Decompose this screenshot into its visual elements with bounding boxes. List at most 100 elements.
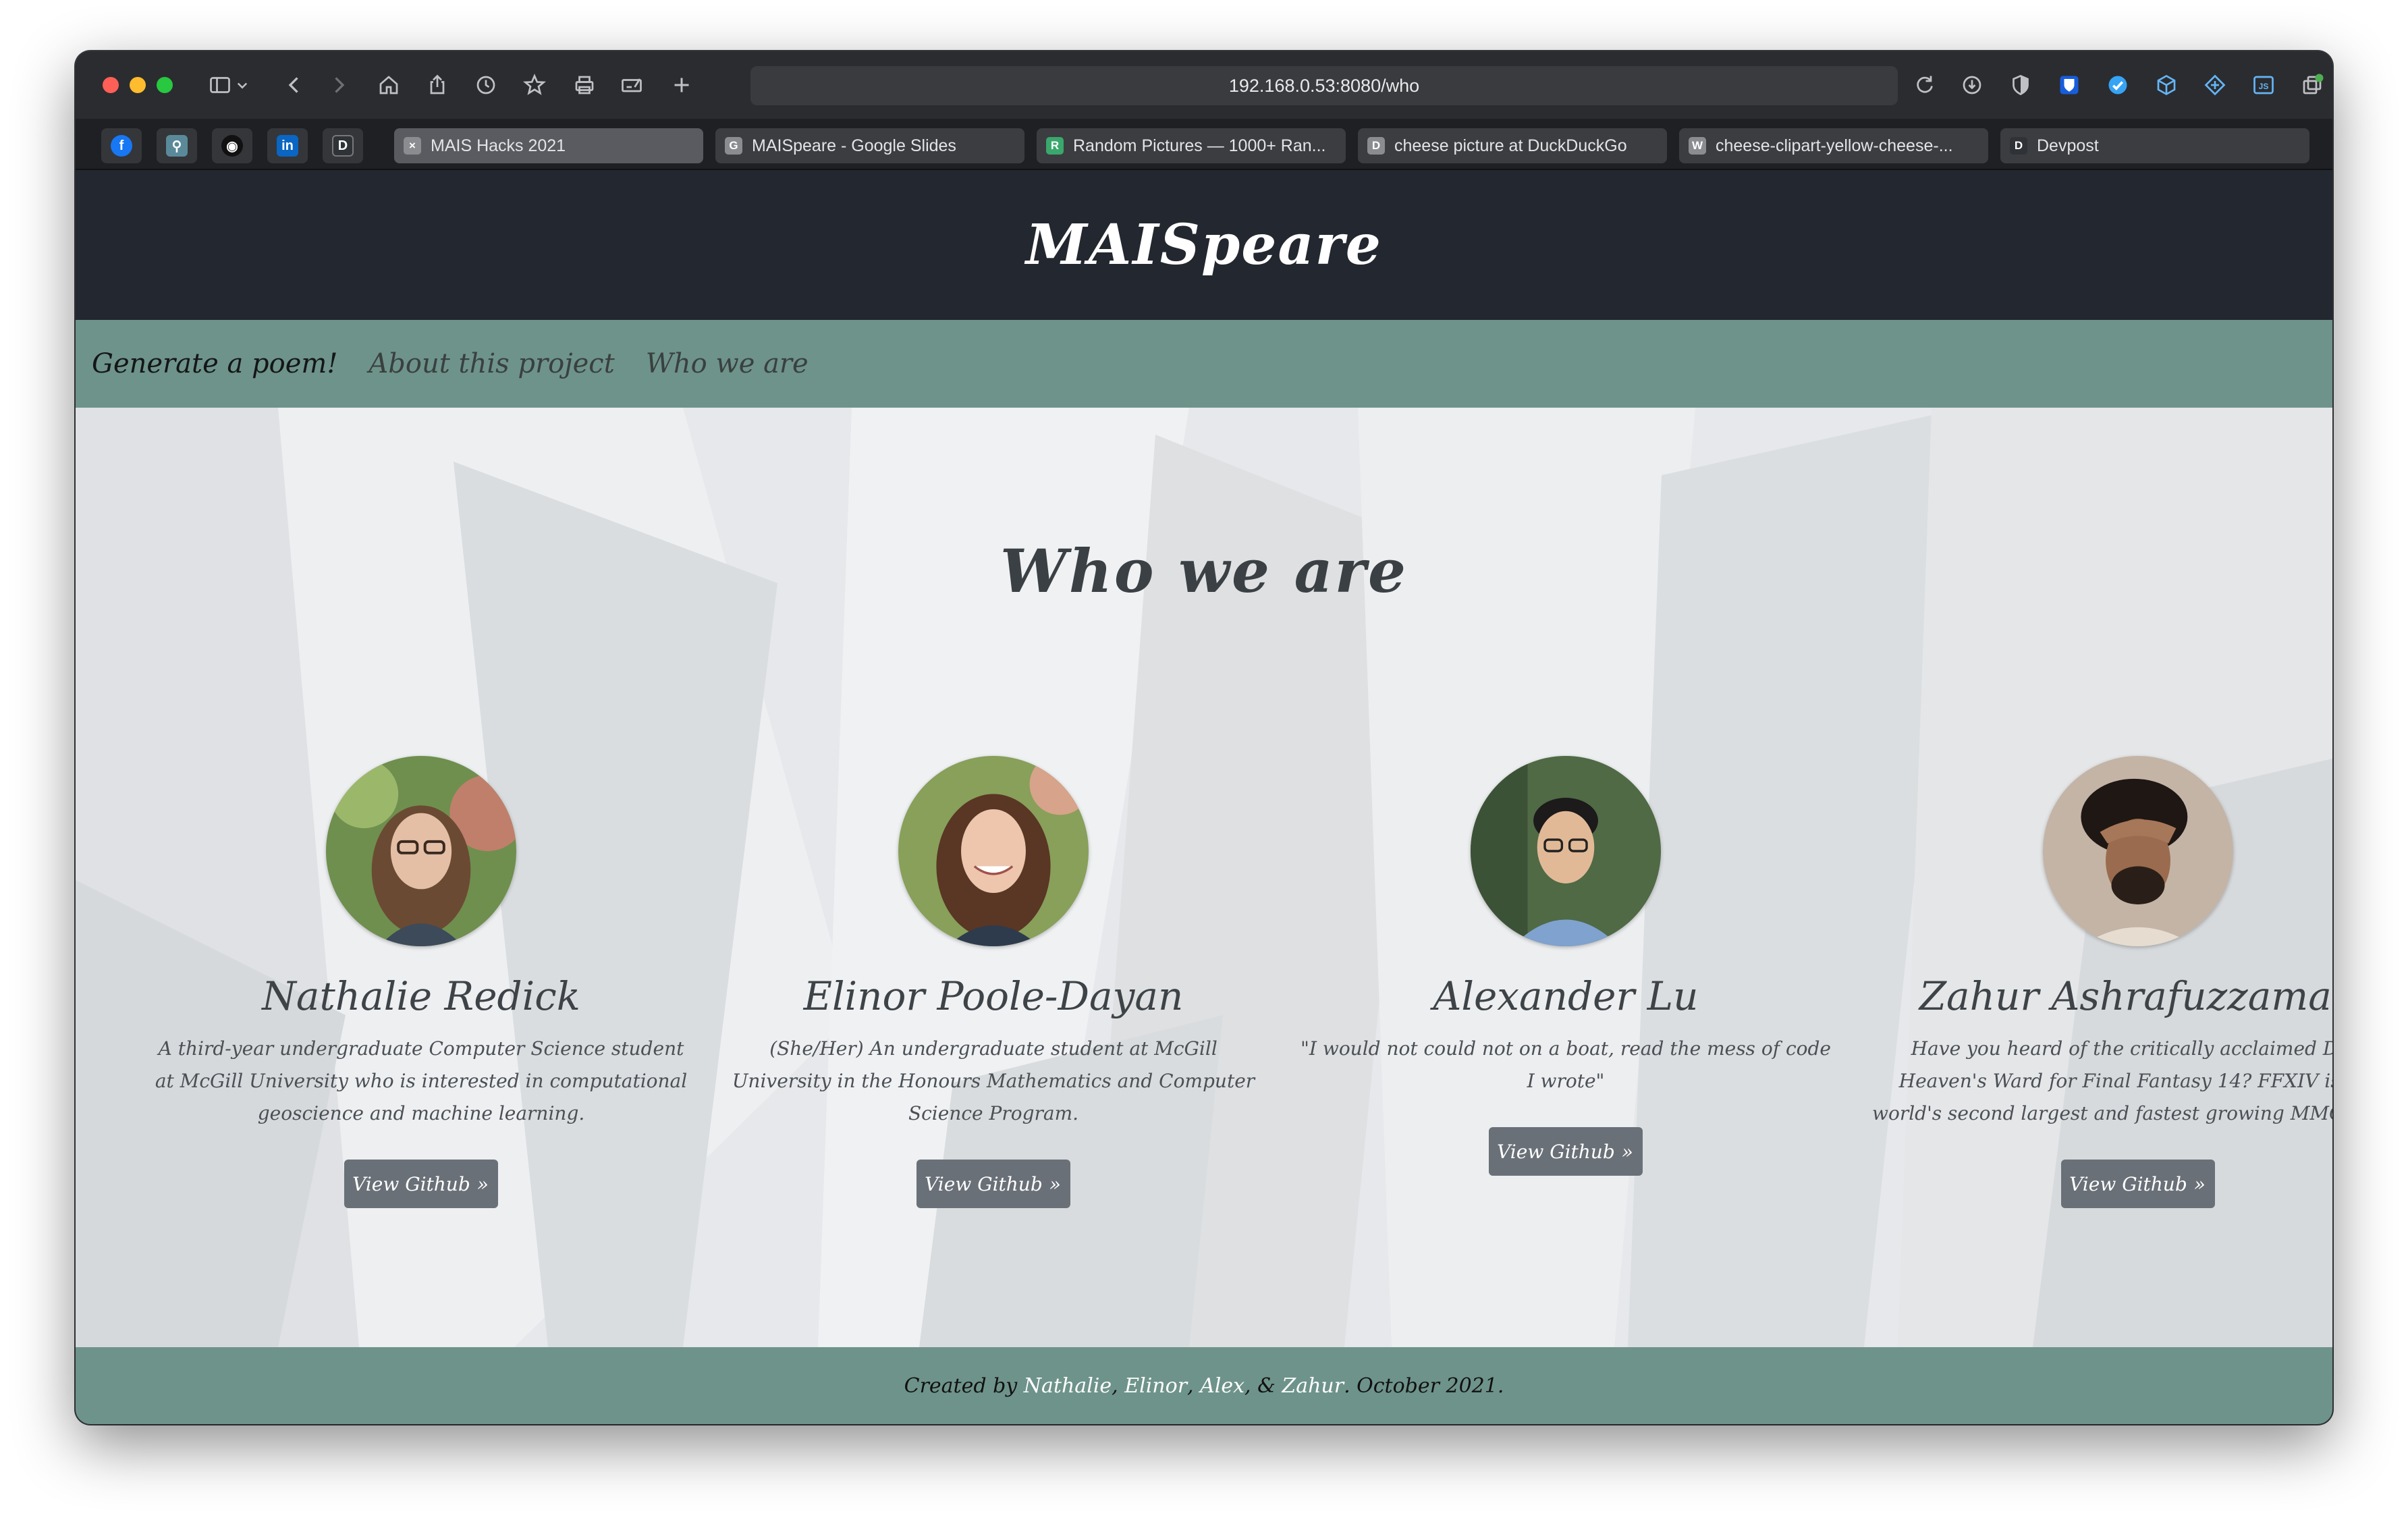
minimize-window-button[interactable]	[130, 77, 146, 93]
footer-name-elinor: Elinor	[1124, 1373, 1188, 1398]
new-tab-icon[interactable]	[665, 69, 698, 101]
button-label: View Github	[925, 1172, 1043, 1195]
close-window-button[interactable]	[103, 77, 119, 93]
browser-toolbar: 192.168.0.53:8080/who JS	[76, 51, 2332, 119]
reading-list-icon[interactable]	[615, 69, 648, 101]
view-github-button[interactable]: View Github »	[916, 1160, 1070, 1208]
downloads-icon[interactable]	[1956, 69, 1988, 101]
button-label: View Github	[1497, 1140, 1615, 1163]
member-name: Zahur Ashrafuzzaman	[1919, 973, 2332, 1019]
view-github-button[interactable]: View Github »	[2061, 1160, 2215, 1208]
tab-mais-hacks[interactable]: × MAIS Hacks 2021	[394, 128, 703, 163]
tab-title: MAIS Hacks 2021	[431, 136, 566, 155]
pinned-tab-github[interactable]: ◉	[212, 128, 252, 163]
team-member-card: Zahur Ashrafuzzaman Have you heard of th…	[1868, 756, 2332, 1208]
tab-random-pictures[interactable]: R Random Pictures — 1000+ Ran...	[1037, 128, 1346, 163]
member-bio: "I would not could not on a boat, read t…	[1301, 1037, 1831, 1092]
browser-window: 192.168.0.53:8080/who JS f ⚲ ◉ in D × MA…	[76, 51, 2332, 1424]
pinned-tab-linkedin[interactable]: in	[267, 128, 308, 163]
tab-google-slides[interactable]: G MAISpeare - Google Slides	[715, 128, 1024, 163]
footer-separator: ,	[1112, 1373, 1125, 1398]
diamond-extension-icon[interactable]	[2199, 69, 2231, 101]
back-icon[interactable]	[278, 69, 310, 101]
avatar	[2043, 756, 2233, 946]
tabs-extension-icon[interactable]	[2296, 69, 2328, 101]
pinned-tab-maps[interactable]: ⚲	[157, 128, 197, 163]
nav-generate-poem[interactable]: Generate a poem!	[92, 348, 337, 379]
site-title: MAISpeare	[1026, 213, 1382, 277]
site-footer: Created by Nathalie , Elinor , Alex , & …	[76, 1347, 2332, 1424]
team-section: Who we are Nathalie Redick A third-year …	[76, 408, 2332, 1347]
privacy-shield-icon[interactable]	[2004, 69, 2037, 101]
devpost-icon: D	[2010, 137, 2027, 155]
forward-icon[interactable]	[323, 69, 355, 101]
button-label: View Github	[352, 1172, 470, 1195]
tab-title: Random Pictures — 1000+ Ran...	[1073, 136, 1326, 155]
js-extension-icon[interactable]: JS	[2247, 69, 2280, 101]
print-icon[interactable]	[568, 69, 601, 101]
footer-name-alex: Alex	[1200, 1373, 1245, 1398]
url-text: 192.168.0.53:8080/who	[1228, 75, 1420, 96]
tab-duckduckgo[interactable]: D cheese picture at DuckDuckGo	[1358, 128, 1667, 163]
random-pictures-icon: R	[1046, 137, 1064, 155]
team-member-card: Nathalie Redick A third-year undergradua…	[151, 756, 691, 1208]
tab-title: Devpost	[2037, 136, 2099, 155]
avatar	[326, 756, 516, 946]
footer-separator: ,	[1187, 1373, 1201, 1398]
double-chevron-right-icon: »	[2193, 1172, 2206, 1195]
double-chevron-right-icon: »	[476, 1172, 489, 1195]
double-chevron-right-icon: »	[1621, 1140, 1633, 1163]
bookmark-star-icon[interactable]	[518, 69, 551, 101]
view-github-button[interactable]: View Github »	[1489, 1127, 1643, 1176]
reload-icon[interactable]	[1909, 69, 1941, 101]
button-label: View Github	[2069, 1172, 2187, 1195]
bitwarden-extension-icon[interactable]	[2053, 69, 2085, 101]
zoom-window-button[interactable]	[157, 77, 173, 93]
sidebar-toggle-icon[interactable]	[204, 69, 236, 101]
nav-who-we-are[interactable]: Who we are	[646, 348, 809, 379]
pinned-tab-devpost[interactable]: D	[323, 128, 363, 163]
site-header: MAISpeare	[76, 170, 2332, 320]
member-bio: A third-year undergraduate Computer Scie…	[155, 1037, 688, 1124]
footer-name-zahur: Zahur	[1282, 1373, 1344, 1398]
checkmark-extension-icon[interactable]	[2102, 69, 2134, 101]
svg-text:JS: JS	[2259, 82, 2269, 91]
google-slides-icon: G	[725, 137, 742, 155]
history-icon[interactable]	[470, 69, 502, 101]
github-icon: ◉	[221, 135, 243, 157]
duckduckgo-icon: D	[1367, 137, 1385, 155]
facebook-icon: f	[111, 135, 132, 157]
pinned-tab-facebook[interactable]: f	[101, 128, 142, 163]
site-navbar: Generate a poem! About this project Who …	[76, 320, 2332, 408]
maps-pin-icon: ⚲	[166, 135, 188, 157]
tab-close-icon[interactable]: ×	[404, 137, 421, 155]
member-name: Elinor Poole-Dayan	[803, 973, 1184, 1019]
chevron-down-icon[interactable]	[232, 69, 252, 101]
section-title: Who we are	[1000, 536, 1408, 606]
cube-extension-icon[interactable]	[2150, 69, 2183, 101]
tab-title: cheese picture at DuckDuckGo	[1394, 136, 1627, 155]
footer-separator: , &	[1244, 1373, 1282, 1398]
avatar	[898, 756, 1089, 946]
member-name: Alexander Lu	[1433, 973, 1699, 1019]
share-icon[interactable]	[421, 69, 454, 101]
member-name: Nathalie Redick	[262, 973, 580, 1019]
devpost-icon: D	[332, 135, 354, 157]
wikimedia-icon: W	[1689, 137, 1706, 155]
avatar	[1471, 756, 1661, 946]
view-github-button[interactable]: View Github »	[344, 1160, 498, 1208]
team-member-card: Elinor Poole-Dayan (She/Her) An undergra…	[723, 756, 1263, 1208]
tab-bar: f ⚲ ◉ in D × MAIS Hacks 2021 G MAISpeare…	[76, 119, 2332, 170]
member-bio: Have you heard of the critically acclaim…	[1872, 1037, 2332, 1124]
linkedin-icon: in	[277, 135, 298, 157]
tab-cheese-clipart[interactable]: W cheese-clipart-yellow-cheese-...	[1679, 128, 1988, 163]
address-bar[interactable]: 192.168.0.53:8080/who	[750, 66, 1898, 105]
web-page: MAISpeare Generate a poem! About this pr…	[76, 170, 2332, 1424]
tab-title: cheese-clipart-yellow-cheese-...	[1716, 136, 1953, 155]
tab-title: MAISpeare - Google Slides	[752, 136, 956, 155]
member-bio: (She/Her) An undergraduate student at Mc…	[732, 1037, 1255, 1124]
tab-devpost[interactable]: D Devpost	[2000, 128, 2309, 163]
home-icon[interactable]	[373, 69, 405, 101]
double-chevron-right-icon: »	[1049, 1172, 1061, 1195]
nav-about-project[interactable]: About this project	[368, 348, 614, 379]
